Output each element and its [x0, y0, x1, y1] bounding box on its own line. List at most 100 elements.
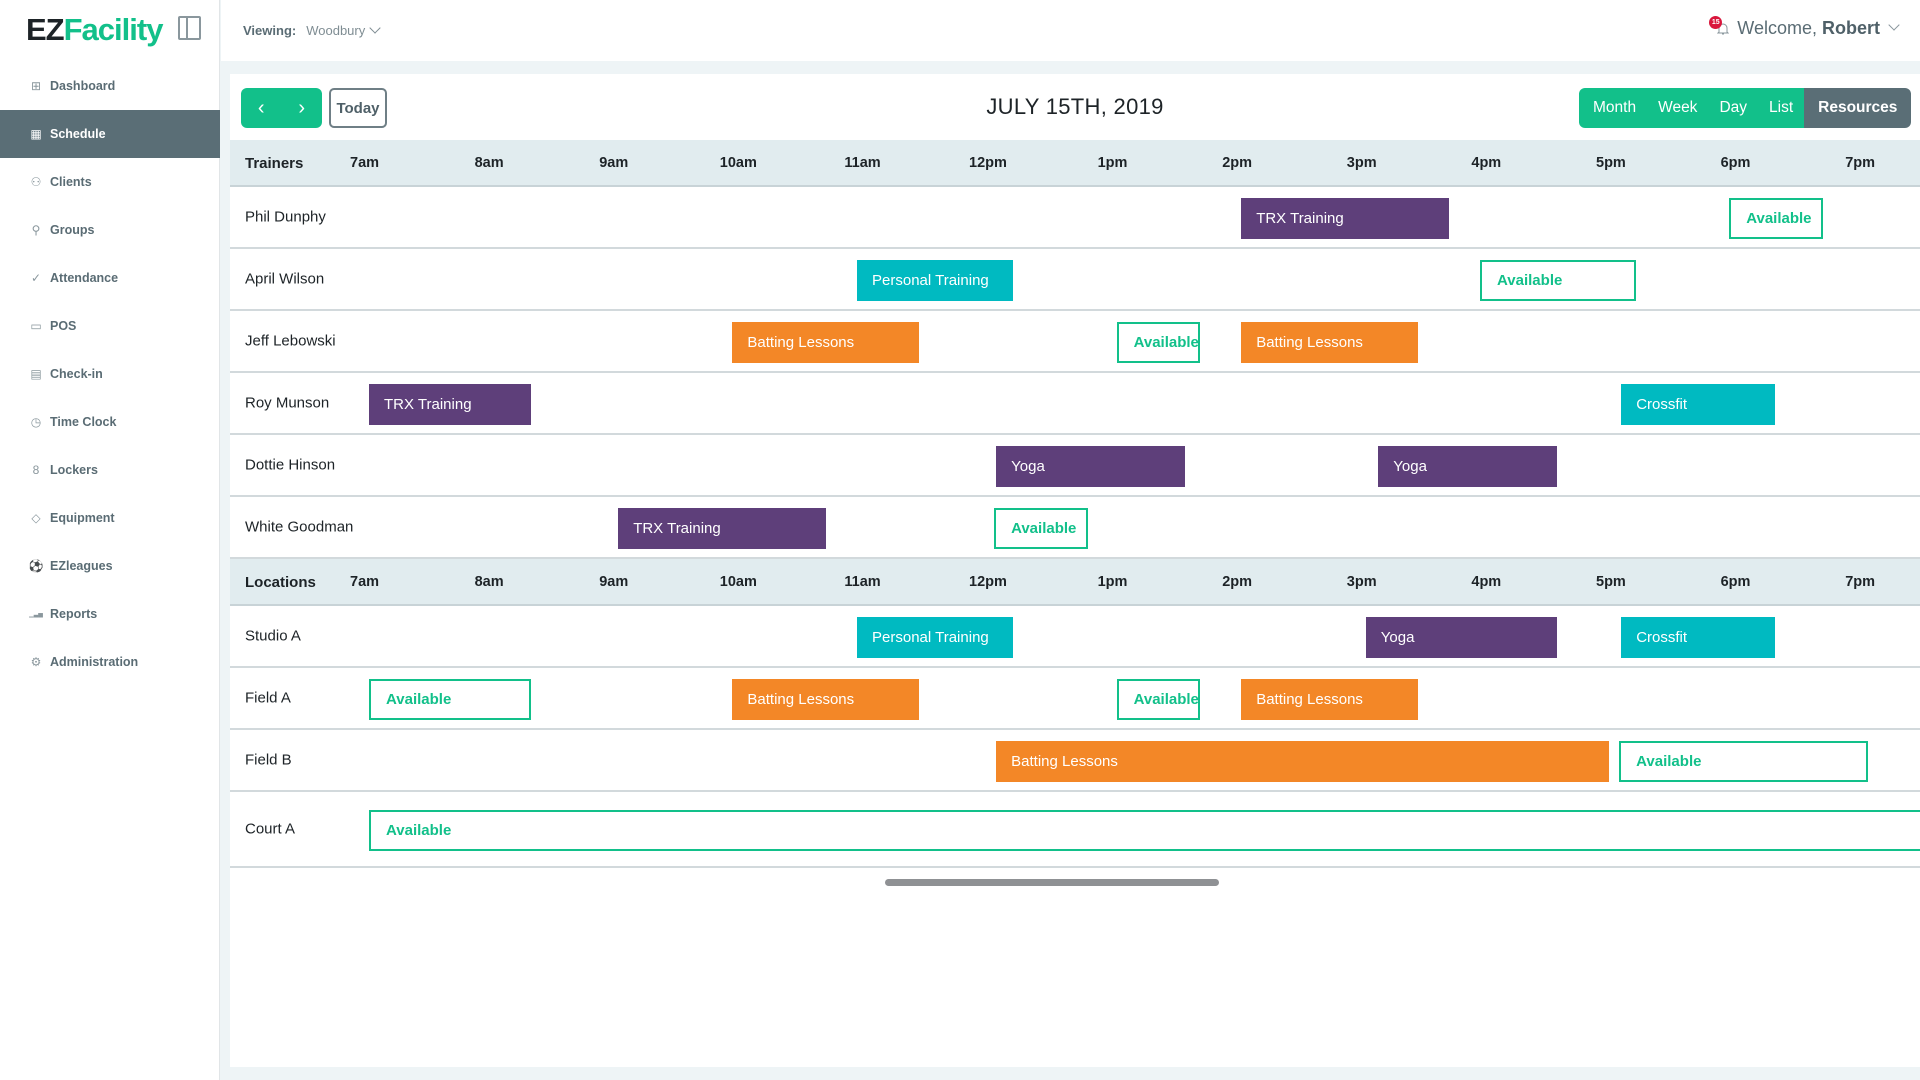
sidebar-item-label: Attendance	[50, 271, 119, 285]
ball-icon: ⚽	[28, 559, 44, 573]
sidebar-item-label: Dashboard	[50, 79, 116, 93]
sidebar-item-pos[interactable]: ▭ POS	[0, 302, 220, 350]
event-block[interactable]: TRX Training	[369, 383, 531, 425]
sidebar-item-clients[interactable]: ⚇ Clients	[0, 158, 220, 206]
today-button[interactable]: Today	[329, 88, 387, 128]
availability-block[interactable]: Available	[994, 507, 1088, 549]
view-resources-button[interactable]: Resources	[1804, 88, 1912, 128]
sidebar-toggle-icon[interactable]	[178, 16, 201, 40]
event-block[interactable]: Batting Lessons	[1241, 678, 1418, 720]
sidebar-item-label: Lockers	[50, 463, 98, 477]
view-month-button[interactable]: Month	[1579, 88, 1648, 128]
hour-label: 10am	[719, 155, 757, 171]
sidebar-item-reports[interactable]: ▁▃▅ Reports	[0, 590, 220, 638]
sidebar-item-administration[interactable]: ⚙ Administration	[0, 638, 220, 686]
resource-name[interactable]: Roy Munson	[245, 395, 329, 412]
event-block[interactable]: Batting Lessons	[1241, 321, 1418, 363]
notifications-button[interactable]: 15	[1709, 15, 1731, 38]
hour-label: 4pm	[1471, 574, 1502, 590]
event-block[interactable]: Personal Training	[857, 616, 1013, 658]
user-menu[interactable]: 15 Welcome, Robert	[1709, 15, 1900, 39]
event-block[interactable]: Yoga	[996, 445, 1186, 487]
hour-label: 1pm	[1097, 155, 1128, 171]
sidebar-item-ezleagues[interactable]: ⚽ EZleagues	[0, 542, 220, 590]
resource-name[interactable]: Court A	[245, 821, 295, 838]
resource-schedule-grid: Trainers 7am 8am 9am 10am 11am 12pm 1pm 2pm 3pm 4p…	[230, 140, 1920, 868]
event-block[interactable]: Batting Lessons	[732, 321, 920, 363]
sidebar-item-label: Equipment	[50, 511, 115, 525]
hour-label: 7pm	[1845, 574, 1876, 590]
sidebar-item-time-clock[interactable]: ◷ Time Clock	[0, 398, 220, 446]
logo-text-facility: Facility	[63, 12, 164, 47]
resource-row: April Wilson Personal Training Available	[230, 249, 1920, 311]
location-selector[interactable]: Viewing: Woodbury	[243, 22, 381, 38]
resource-row: Jeff Lebowski Batting Lessons Available Bat…	[230, 311, 1920, 373]
viewing-value[interactable]: Woodbury	[306, 23, 365, 38]
bar-chart-icon: ▁▃▅	[29, 611, 43, 618]
view-day-button[interactable]: Day	[1708, 88, 1759, 128]
resource-name[interactable]: Field B	[245, 752, 292, 769]
sidebar-item-label: Reports	[50, 607, 98, 621]
availability-block[interactable]: Available	[1116, 321, 1200, 363]
event-block[interactable]: TRX Training	[618, 507, 826, 549]
sidebar-item-schedule[interactable]: ▦ Schedule	[0, 110, 220, 158]
tag-icon: ◇	[31, 511, 41, 525]
hour-label: 7pm	[1845, 155, 1876, 171]
sidebar-item-lockers[interactable]: 8 Lockers	[0, 446, 220, 494]
view-week-button[interactable]: Week	[1647, 88, 1709, 128]
resource-name[interactable]: White Goodman	[245, 519, 353, 536]
event-block[interactable]: Yoga	[1378, 445, 1557, 487]
event-block[interactable]: Yoga	[1365, 616, 1557, 658]
next-button[interactable]: ›	[282, 88, 323, 128]
prev-button[interactable]: ‹	[241, 88, 282, 128]
resource-row: Studio A Personal Training Yoga Crossfit	[230, 606, 1920, 668]
sidebar-item-dashboard[interactable]: ⊞ Dashboard	[0, 62, 220, 110]
sidebar-item-equipment[interactable]: ◇ Equipment	[0, 494, 220, 542]
hour-label: 9am	[599, 155, 629, 171]
sidebar-item-check-in[interactable]: ▤ Check-in	[0, 350, 220, 398]
resource-name[interactable]: Studio A	[245, 628, 301, 645]
logo[interactable]: EZFacility	[26, 12, 164, 48]
availability-block[interactable]: Available	[1619, 740, 1869, 782]
sidebar-item-groups[interactable]: ⚲ Groups	[0, 206, 220, 254]
availability-block[interactable]: Available	[1116, 678, 1200, 720]
check-icon: ✓	[30, 271, 42, 285]
resource-name[interactable]: Dottie Hinson	[245, 457, 335, 474]
availability-block[interactable]: Available	[369, 809, 1920, 851]
hour-label: 7am	[350, 574, 380, 590]
availability-block[interactable]: Available	[1729, 197, 1823, 239]
hour-label: 6pm	[1720, 574, 1751, 590]
view-list-button[interactable]: List	[1758, 88, 1805, 128]
resource-name[interactable]: April Wilson	[245, 271, 324, 288]
resource-name[interactable]: Phil Dunphy	[245, 209, 326, 226]
chevron-down-icon[interactable]	[369, 22, 381, 34]
event-block[interactable]: Crossfit	[1621, 616, 1775, 658]
sidebar-item-attendance[interactable]: ✓ Attendance	[0, 254, 220, 302]
event-block[interactable]: Batting Lessons	[996, 740, 1609, 782]
availability-block[interactable]: Available	[1480, 259, 1636, 301]
resource-row: Dottie Hinson Yoga Yoga	[230, 435, 1920, 497]
event-block[interactable]: Crossfit	[1621, 383, 1775, 425]
checkin-icon: ▤	[30, 367, 42, 381]
clock-icon: ◷	[30, 415, 42, 429]
event-block[interactable]: Batting Lessons	[732, 678, 920, 720]
hour-label: 2pm	[1222, 155, 1253, 171]
resource-name[interactable]: Field A	[245, 690, 291, 707]
hour-label: 2pm	[1222, 574, 1253, 590]
hour-label: 11am	[844, 155, 881, 171]
chevron-down-icon[interactable]	[1888, 18, 1900, 31]
hour-label: 3pm	[1346, 155, 1377, 171]
section-title: Locations	[245, 574, 316, 591]
hour-label: 1pm	[1097, 574, 1128, 590]
hour-label: 4pm	[1471, 155, 1502, 171]
hour-label: 11am	[844, 574, 881, 590]
resource-name[interactable]: Jeff Lebowski	[245, 333, 336, 350]
resource-row: Field A Available Batting Lessons Available…	[230, 668, 1920, 730]
horizontal-scrollbar[interactable]	[885, 879, 1219, 886]
availability-block[interactable]: Available	[369, 678, 531, 720]
sidebar-item-label: Time Clock	[50, 415, 117, 429]
event-block[interactable]: Personal Training	[857, 259, 1013, 301]
event-block[interactable]: TRX Training	[1241, 197, 1449, 239]
sidebar-item-label: Groups	[50, 223, 95, 237]
hour-label: 6pm	[1720, 155, 1751, 171]
